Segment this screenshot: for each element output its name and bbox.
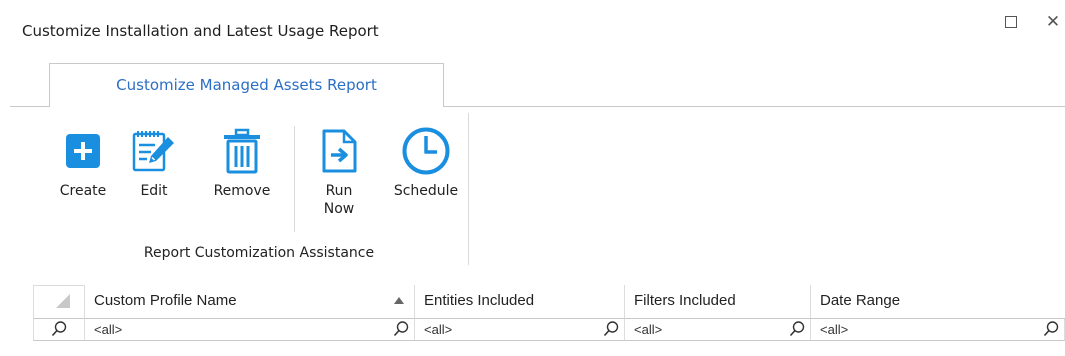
- profiles-grid: Custom Profile Name Entities Included Fi…: [33, 285, 1065, 356]
- search-icon: [393, 321, 409, 337]
- column-header-filters-included[interactable]: Filters Included: [625, 285, 811, 319]
- filter-value: <all>: [424, 322, 453, 337]
- filter-value: <all>: [94, 322, 123, 337]
- schedule-button[interactable]: Schedule: [383, 126, 469, 200]
- ribbon-body: Create Edit Remove Run Now Schedule Repo…: [20, 107, 1065, 273]
- report-window: Customize Installation and Latest Usage …: [0, 0, 1065, 356]
- select-all-corner[interactable]: [33, 285, 85, 319]
- run-label-line: Run: [325, 183, 353, 199]
- filter-row: <all> <all> <all> <all>: [33, 319, 1065, 341]
- title-bar: Customize Installation and Latest Usage …: [0, 0, 1065, 50]
- trash-icon: [217, 126, 267, 176]
- filter-cell-date-range[interactable]: <all>: [811, 319, 1065, 341]
- run-now-label: Run Now: [324, 182, 355, 218]
- filter-row-indicator: [33, 319, 85, 341]
- column-header-custom-profile-name[interactable]: Custom Profile Name: [85, 285, 415, 319]
- edit-document-icon: [129, 126, 179, 176]
- plus-square-icon: [58, 126, 108, 176]
- tab-label: Customize Managed Assets Report: [116, 76, 377, 94]
- tab-customize-managed-assets-report[interactable]: Customize Managed Assets Report: [49, 63, 444, 107]
- filter-value: <all>: [820, 322, 849, 337]
- create-button[interactable]: Create: [53, 126, 113, 200]
- corner-triangle-icon: [56, 294, 70, 308]
- remove-button[interactable]: Remove: [204, 126, 280, 200]
- edit-label: Edit: [140, 183, 168, 199]
- button-separator: [294, 126, 295, 232]
- sort-ascending-icon: [394, 297, 404, 304]
- edit-button[interactable]: Edit: [124, 126, 184, 200]
- filter-cell-custom-profile-name[interactable]: <all>: [85, 319, 415, 341]
- schedule-label: Schedule: [393, 183, 459, 199]
- search-icon: [1043, 321, 1059, 337]
- close-icon[interactable]: ✕: [1041, 10, 1065, 34]
- grid-header: Custom Profile Name Entities Included Fi…: [33, 285, 1065, 319]
- create-label: Create: [59, 183, 107, 199]
- group-label: Report Customization Assistance: [143, 245, 375, 261]
- search-icon: [51, 321, 67, 337]
- maximize-icon[interactable]: [999, 10, 1023, 34]
- filter-cell-filters-included[interactable]: <all>: [625, 319, 811, 341]
- remove-label: Remove: [213, 183, 271, 199]
- search-icon: [789, 321, 805, 337]
- filter-value: <all>: [634, 322, 663, 337]
- ribbon: Customize Managed Assets Report Create E…: [10, 63, 1065, 273]
- run-document-icon: [314, 126, 364, 176]
- column-header-date-range[interactable]: Date Range: [811, 285, 1065, 319]
- window-title: Customize Installation and Latest Usage …: [22, 22, 379, 40]
- now-label-line: Now: [323, 201, 355, 217]
- group-separator: [468, 113, 469, 265]
- search-icon: [603, 321, 619, 337]
- run-now-button[interactable]: Run Now: [304, 126, 374, 218]
- filter-cell-entities-included[interactable]: <all>: [415, 319, 625, 341]
- column-label: Filters Included: [634, 292, 736, 309]
- column-label: Custom Profile Name: [94, 292, 237, 309]
- column-label: Entities Included: [424, 292, 535, 309]
- clock-icon: [401, 126, 451, 176]
- column-header-entities-included[interactable]: Entities Included: [415, 285, 625, 319]
- column-label: Date Range: [820, 292, 901, 309]
- report-customization-group: Create Edit Remove Run Now Schedule Repo…: [39, 112, 472, 272]
